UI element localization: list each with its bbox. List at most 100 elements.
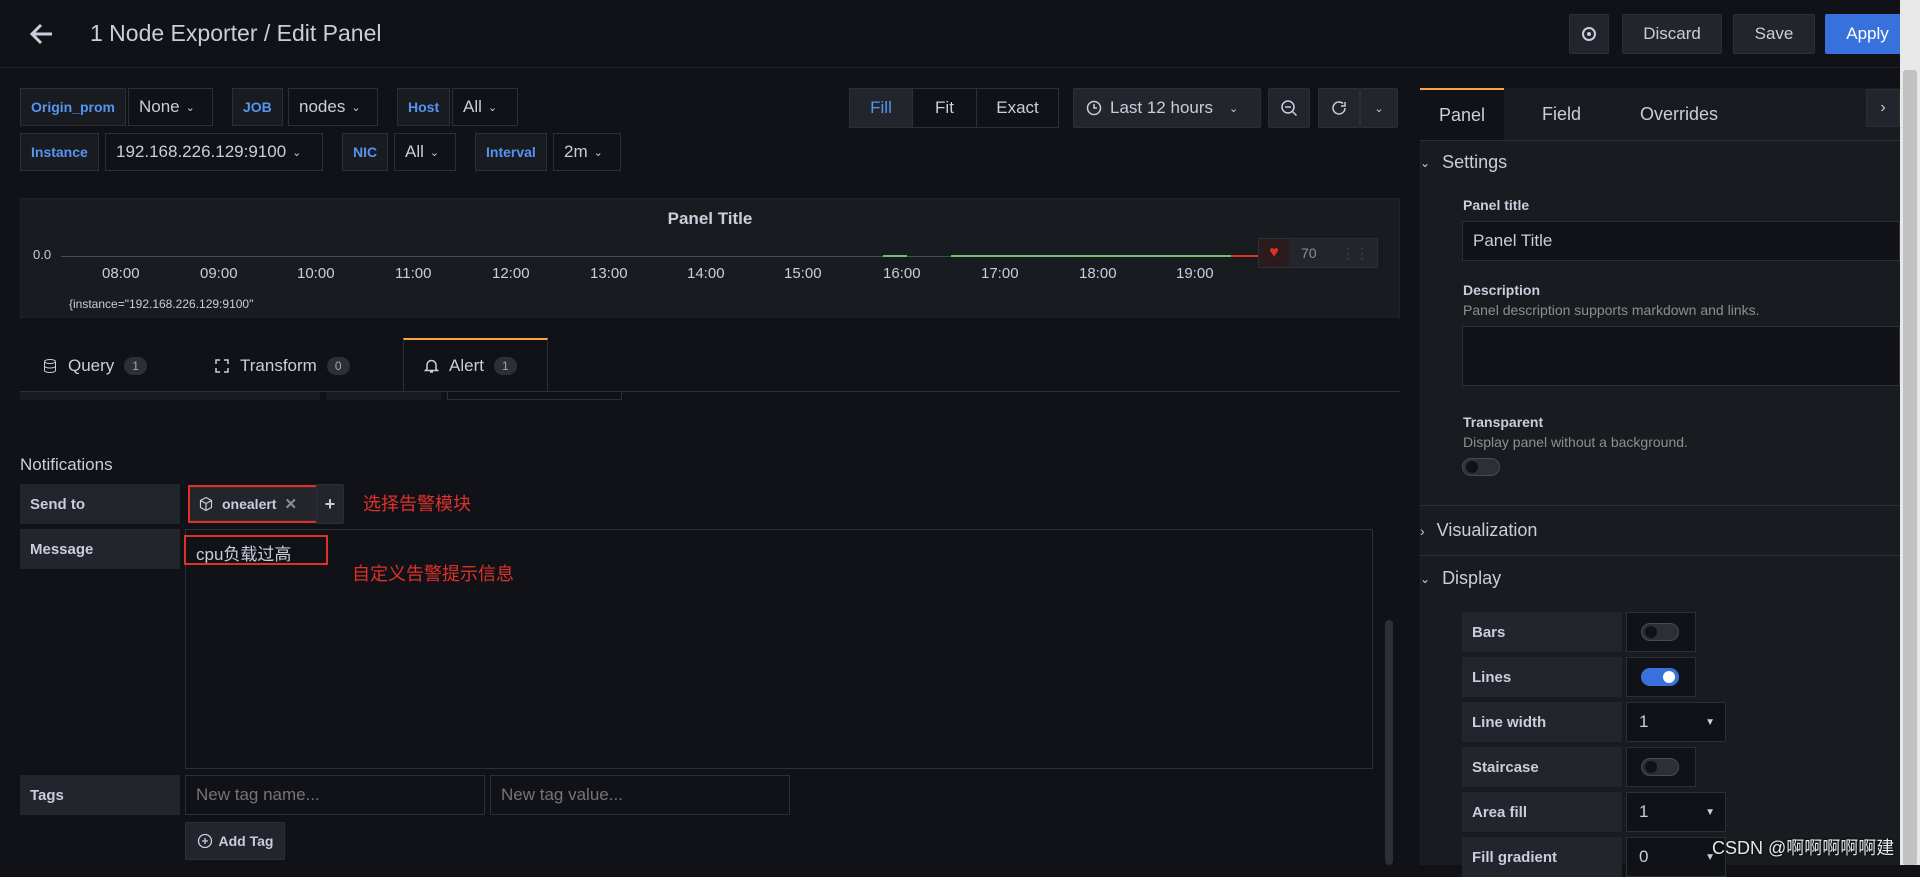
line-width-select[interactable]: 1 ▼ <box>1626 702 1726 742</box>
description-textarea[interactable] <box>1462 326 1900 386</box>
x-axis-tick: 13:00 <box>590 265 628 282</box>
section-visualization[interactable]: › Visualization <box>1420 520 1537 541</box>
bars-label: Bars <box>1462 612 1622 652</box>
x-axis-tick: 18:00 <box>1079 265 1117 282</box>
section-settings[interactable]: ⌄ Settings <box>1420 152 1507 173</box>
tab-panel[interactable]: Panel <box>1420 88 1504 140</box>
tab-alert-label: Alert <box>449 356 484 375</box>
refresh-interval-button[interactable]: ⌄ <box>1360 88 1398 128</box>
pane-divider <box>1420 505 1900 506</box>
var-select-instance[interactable]: 192.168.226.129:9100 ⌄ <box>105 133 323 171</box>
apply-button[interactable]: Apply <box>1825 14 1910 54</box>
tab-transform[interactable]: Transform 0 <box>214 340 350 392</box>
fill-gradient-select[interactable]: 0 ▼ <box>1626 837 1726 877</box>
var-label-instance: Instance <box>20 133 99 171</box>
settings-button[interactable] <box>1569 14 1609 54</box>
clock-icon <box>1086 100 1102 116</box>
scrolled-field-remnant <box>447 392 622 400</box>
time-range-label: Last 12 hours <box>1110 98 1214 117</box>
add-channel-button[interactable]: + <box>316 484 344 524</box>
var-value-origin-prom: None <box>139 97 180 116</box>
caret-down-icon: ▼ <box>1705 806 1715 818</box>
back-arrow-icon[interactable] <box>28 20 56 48</box>
description-label: Description <box>1463 282 1541 298</box>
chevron-right-icon: › <box>1880 99 1886 116</box>
chevron-down-icon: ⌄ <box>292 146 302 159</box>
view-mode-exact[interactable]: Exact <box>976 89 1058 127</box>
y-axis-label: 0.0 <box>33 247 52 262</box>
visualization-heading: Visualization <box>1436 520 1538 540</box>
var-label-host: Host <box>397 88 451 126</box>
refresh-icon <box>1332 101 1346 115</box>
add-tag-label: Add Tag <box>218 833 274 849</box>
panel-title-input[interactable]: Panel Title <box>1462 221 1900 261</box>
notifications-heading: Notifications <box>20 455 113 474</box>
transparent-toggle[interactable] <box>1462 458 1500 476</box>
bars-toggle-box <box>1626 612 1696 652</box>
view-mode-fit[interactable]: Fit <box>912 89 976 127</box>
display-heading: Display <box>1442 568 1502 588</box>
x-axis-tick: 14:00 <box>687 265 725 282</box>
var-value-interval: 2m <box>564 142 588 161</box>
annotation-send-to: 选择告警模块 <box>363 494 471 514</box>
lines-toggle[interactable] <box>1641 668 1679 686</box>
x-axis-tick: 12:00 <box>492 265 530 282</box>
threshold-value: 70 <box>1301 245 1317 261</box>
tab-transform-label: Transform <box>240 356 317 375</box>
lines-toggle-box <box>1626 657 1696 697</box>
tag-name-input[interactable] <box>185 775 485 815</box>
var-select-job[interactable]: nodes ⌄ <box>288 88 378 126</box>
refresh-button[interactable] <box>1318 88 1360 128</box>
discard-button[interactable]: Discard <box>1622 14 1722 54</box>
alert-threshold-handle[interactable]: ♥ 70 ⋮⋮ <box>1258 238 1378 268</box>
message-label: Message <box>20 529 180 569</box>
chevron-down-icon: ⌄ <box>1420 571 1431 586</box>
time-picker[interactable]: Last 12 hours ⌄ <box>1073 88 1261 128</box>
tab-overrides[interactable]: Overrides <box>1640 104 1718 125</box>
bell-icon <box>424 359 439 373</box>
save-button[interactable]: Save <box>1733 14 1815 54</box>
scrolled-field-remnant <box>20 392 320 400</box>
tags-label: Tags <box>20 775 180 815</box>
pane-divider <box>1420 140 1900 141</box>
line-width-value: 1 <box>1639 712 1649 731</box>
var-select-origin-prom[interactable]: None ⌄ <box>128 88 213 126</box>
x-axis-tick: 16:00 <box>883 265 921 282</box>
var-select-interval[interactable]: 2m ⌄ <box>553 133 621 171</box>
zoom-out-button[interactable] <box>1268 88 1310 128</box>
legend-item: {instance="192.168.226.129:9100" <box>69 297 254 311</box>
tab-field[interactable]: Field <box>1542 104 1581 125</box>
var-select-host[interactable]: All ⌄ <box>452 88 518 126</box>
scrolled-field-remnant <box>326 392 441 400</box>
section-display[interactable]: ⌄ Display <box>1420 568 1501 589</box>
send-to-label: Send to <box>20 484 180 524</box>
caret-down-icon: ▼ <box>1705 716 1715 728</box>
editor-scrollbar[interactable] <box>1385 620 1393 865</box>
pane-divider <box>1420 555 1900 556</box>
highlight-box <box>184 535 328 565</box>
chevron-down-icon: ⌄ <box>185 101 195 114</box>
tab-query[interactable]: Query 1 <box>42 340 147 392</box>
x-axis-tick: 17:00 <box>981 265 1019 282</box>
browser-scrollbar-thumb[interactable] <box>1903 70 1917 865</box>
top-bar: 1 Node Exporter / Edit Panel Discard Sav… <box>0 0 1920 68</box>
add-tag-button[interactable]: Add Tag <box>185 822 285 860</box>
area-fill-select[interactable]: 1 ▼ <box>1626 792 1726 832</box>
chevron-down-icon: ⌄ <box>1374 102 1384 115</box>
collapse-pane-button[interactable]: › <box>1866 89 1900 127</box>
x-axis-tick: 10:00 <box>297 265 335 282</box>
var-select-nic[interactable]: All ⌄ <box>394 133 456 171</box>
var-value-job: nodes <box>299 97 346 116</box>
heart-broken-icon: ♥ <box>1259 239 1289 267</box>
bars-toggle[interactable] <box>1641 623 1679 641</box>
tag-value-input[interactable] <box>490 775 790 815</box>
x-axis-tick: 08:00 <box>102 265 140 282</box>
area-fill-value: 1 <box>1639 802 1649 821</box>
staircase-toggle[interactable] <box>1641 758 1679 776</box>
staircase-toggle-box <box>1626 747 1696 787</box>
view-mode-fill[interactable]: Fill <box>850 89 912 127</box>
plus-icon: + <box>324 493 336 514</box>
tab-alert[interactable]: Alert 1 <box>424 340 517 392</box>
var-value-host: All <box>463 97 482 116</box>
tab-transform-count: 0 <box>326 357 350 375</box>
